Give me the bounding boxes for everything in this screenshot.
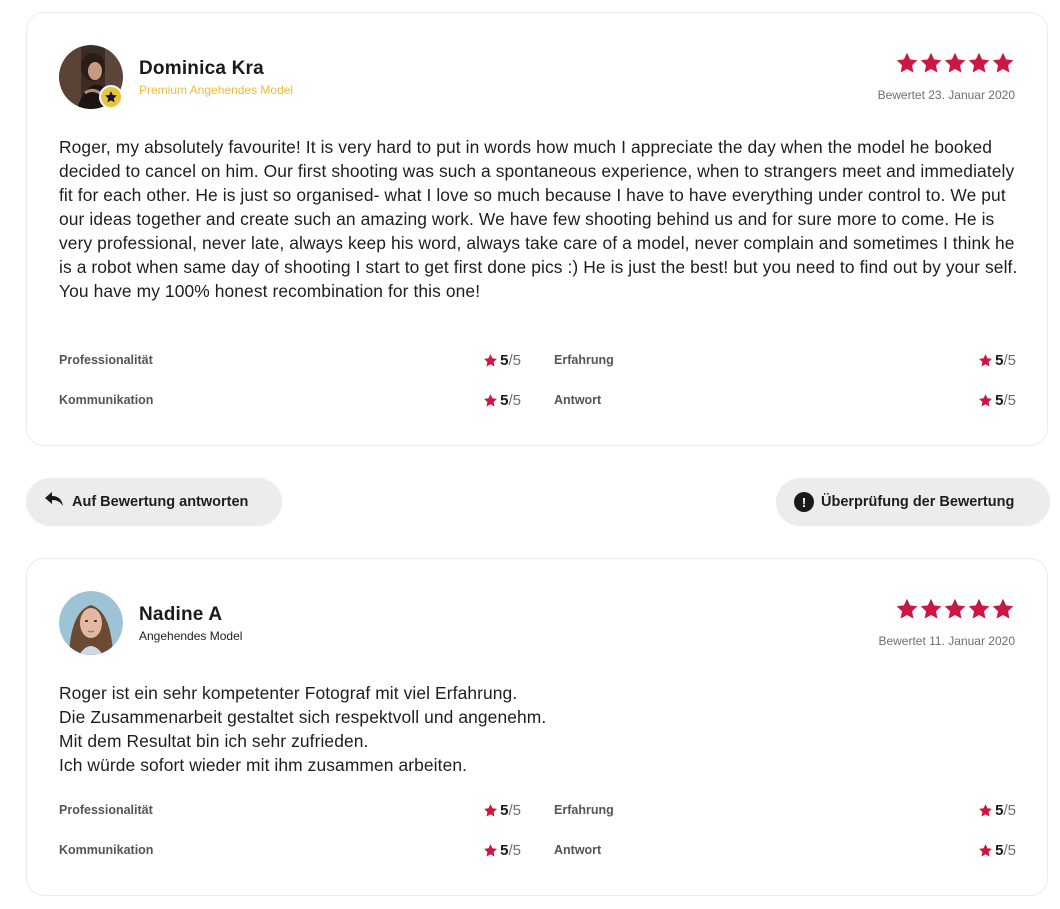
star-icon: [978, 393, 993, 408]
criterion-label: Antwort: [554, 393, 602, 407]
star-icon: [895, 51, 919, 75]
review-card: Nadine A Angehendes Model Bewertet 11. J…: [26, 558, 1048, 896]
criterion-score: 5/5: [483, 392, 521, 409]
score-max: /5: [1003, 841, 1016, 859]
review-line: Die Zusammenarbeit gestaltet sich respek…: [59, 707, 547, 727]
review-text: Roger ist ein sehr kompetenter Fotograf …: [59, 681, 1019, 777]
review-line: Roger ist ein sehr kompetenter Fotograf …: [59, 683, 518, 703]
star-icon: [978, 803, 993, 818]
criterion-erfahrung: Erfahrung 5/5: [554, 350, 1016, 370]
criterion-label: Professionalität: [59, 803, 153, 817]
star-icon: [105, 91, 117, 103]
star-icon: [991, 597, 1015, 621]
star-icon: [978, 843, 993, 858]
score-value: 5: [500, 391, 509, 409]
review-paragraph: Roger, my absolutely favourite! It is ve…: [59, 137, 1018, 301]
avatar-photo: [59, 591, 123, 655]
score-value: 5: [995, 351, 1004, 369]
criterion-score: 5/5: [483, 802, 521, 819]
score-value: 5: [995, 841, 1004, 859]
overall-rating: [895, 597, 1015, 621]
review-line: Ich würde sofort wieder mit ihm zusammen…: [59, 755, 468, 775]
review-date: Bewertet 11. Januar 2020: [878, 634, 1015, 648]
star-icon: [943, 597, 967, 621]
star-icon: [967, 597, 991, 621]
score-max: /5: [1003, 391, 1016, 409]
review-line: Mit dem Resultat bin ich sehr zufrieden.: [59, 731, 369, 751]
reviewer-role: Angehendes Model: [139, 629, 243, 643]
score-max: /5: [508, 841, 521, 859]
score-max: /5: [508, 801, 521, 819]
reviewer-name[interactable]: Dominica Kra: [139, 58, 264, 80]
star-icon: [978, 353, 993, 368]
criterion-erfahrung: Erfahrung 5/5: [554, 800, 1016, 820]
score-max: /5: [1003, 351, 1016, 369]
score-max: /5: [508, 391, 521, 409]
star-icon: [483, 843, 498, 858]
criterion-score: 5/5: [978, 802, 1016, 819]
score-value: 5: [995, 391, 1004, 409]
star-icon: [483, 803, 498, 818]
criterion-kommunikation: Kommunikation 5/5: [59, 390, 521, 410]
score-max: /5: [1003, 801, 1016, 819]
criterion-label: Erfahrung: [554, 803, 614, 817]
exclamation-icon: !: [794, 492, 814, 512]
criterion-antwort: Antwort 5/5: [554, 390, 1016, 410]
report-button-label: Überprüfung der Bewertung: [821, 494, 1015, 510]
criterion-label: Erfahrung: [554, 353, 614, 367]
star-icon: [919, 51, 943, 75]
criterion-score: 5/5: [978, 352, 1016, 369]
criterion-label: Kommunikation: [59, 393, 154, 407]
criterion-score: 5/5: [483, 352, 521, 369]
star-icon: [991, 51, 1015, 75]
reply-arrow-icon: [45, 492, 63, 506]
overall-rating: [895, 51, 1015, 75]
criterion-professionalitaet: Professionalität 5/5: [59, 800, 521, 820]
criterion-score: 5/5: [978, 392, 1016, 409]
star-icon: [919, 597, 943, 621]
review-text: Roger, my absolutely favourite! It is ve…: [59, 135, 1019, 303]
star-icon: [943, 51, 967, 75]
criterion-score: 5/5: [978, 842, 1016, 859]
reply-to-review-button[interactable]: Auf Bewertung antworten: [26, 478, 282, 526]
criterion-professionalitaet: Professionalität 5/5: [59, 350, 521, 370]
reply-button-label: Auf Bewertung antworten: [72, 494, 249, 510]
star-icon: [895, 597, 919, 621]
score-value: 5: [500, 801, 509, 819]
criterion-label: Professionalität: [59, 353, 153, 367]
review-card: Dominica Kra Premium Angehendes Model Be…: [26, 12, 1048, 446]
star-icon: [483, 393, 498, 408]
review-date: Bewertet 23. Januar 2020: [877, 88, 1015, 102]
criterion-label: Antwort: [554, 843, 602, 857]
reviewer-name[interactable]: Nadine A: [139, 604, 222, 626]
report-review-button[interactable]: ! Überprüfung der Bewertung: [776, 478, 1050, 526]
criterion-label: Kommunikation: [59, 843, 154, 857]
criterion-antwort: Antwort 5/5: [554, 840, 1016, 860]
score-value: 5: [995, 801, 1004, 819]
premium-badge: [99, 85, 123, 109]
avatar[interactable]: [59, 45, 123, 109]
star-icon: [967, 51, 991, 75]
score-value: 5: [500, 351, 509, 369]
reviewer-role: Premium Angehendes Model: [139, 83, 294, 97]
star-icon: [483, 353, 498, 368]
score-max: /5: [508, 351, 521, 369]
criterion-score: 5/5: [483, 842, 521, 859]
score-value: 5: [500, 841, 509, 859]
criterion-kommunikation: Kommunikation 5/5: [59, 840, 521, 860]
avatar[interactable]: [59, 591, 123, 655]
